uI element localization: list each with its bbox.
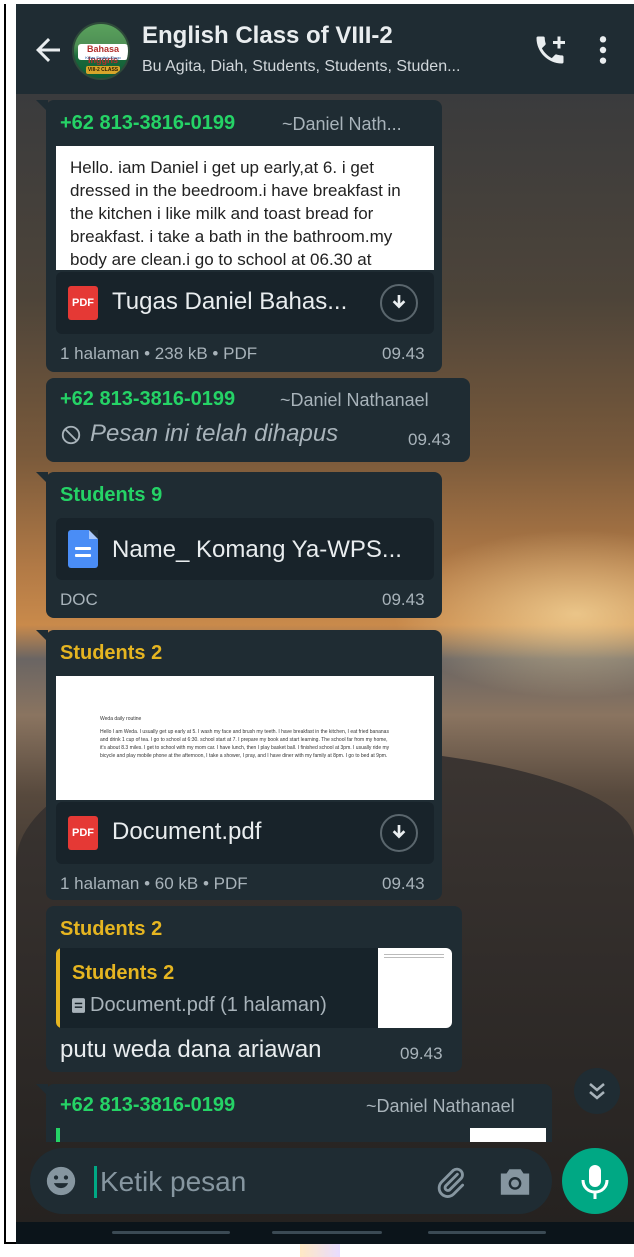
back-arrow-icon[interactable] xyxy=(30,32,66,68)
file-meta: DOC xyxy=(60,590,98,609)
deleted-message-text: Pesan ini telah dihapus xyxy=(90,420,339,447)
group-avatar[interactable]: Bahasa Inggris Kelas English Kingo VIII-… xyxy=(72,22,130,80)
download-icon[interactable] xyxy=(380,284,418,322)
quoted-message[interactable]: Students 2 Document.pdf (1 halaman) xyxy=(56,948,452,1028)
bubble-tail xyxy=(36,630,48,642)
message-input-bar[interactable]: Ketik pesan xyxy=(30,1148,552,1214)
document-preview[interactable]: Weda daily routine Hello I am Weda. I us… xyxy=(56,676,434,800)
message-bubble-reply[interactable]: Students 2 Students 2 Document.pdf (1 ha… xyxy=(46,906,462,1072)
nav-pill xyxy=(428,1231,546,1234)
message-sender[interactable]: Students 2 xyxy=(60,918,162,941)
message-bubble-doc[interactable]: Students 9 Name_ Komang Ya-WPS... DOC 09… xyxy=(36,472,442,618)
message-bubble-pdf[interactable]: Students 2 Weda daily routine Hello I am… xyxy=(36,630,442,900)
message-alias: ~Daniel Nathanael xyxy=(366,1096,515,1116)
message-bubble-partial[interactable]: +62 813-3816-0199 ~Daniel Nathanael xyxy=(36,1084,552,1142)
text-caret xyxy=(94,1166,97,1198)
pdf-icon: PDF xyxy=(68,816,98,850)
watermark-mark xyxy=(300,1244,340,1257)
preview-title: Weda daily routine xyxy=(100,716,142,722)
message-text: putu weda dana ariawan xyxy=(60,1036,322,1063)
bubble-tail xyxy=(36,100,48,112)
file-name: Tugas Daniel Bahas... xyxy=(112,288,348,315)
quote-text: Document.pdf (1 halaman) xyxy=(90,994,327,1016)
message-time: 09.43 xyxy=(382,874,425,893)
avatar-subtext: Kelas English Kingo xyxy=(85,55,121,60)
file-row[interactable]: Name_ Komang Ya-WPS... xyxy=(56,518,434,580)
quote-sender: Students 2 xyxy=(72,962,175,984)
doc-icon xyxy=(68,530,98,568)
file-meta: 1 halaman • 60 kB • PDF xyxy=(60,874,248,893)
file-row[interactable]: PDF Tugas Daniel Bahas... xyxy=(56,272,434,334)
quote-bar xyxy=(56,1128,60,1142)
message-alias: ~Daniel Nathanael xyxy=(280,390,429,410)
preview-text: Hello. iam Daniel i get up early,at 6. i… xyxy=(70,158,401,269)
file-row[interactable]: PDF Document.pdf xyxy=(56,802,434,864)
message-input[interactable]: Ketik pesan xyxy=(100,1166,246,1198)
message-sender[interactable]: Students 9 xyxy=(60,484,162,507)
bubble-tail xyxy=(36,472,48,484)
message-time: 09.43 xyxy=(382,344,425,363)
nav-pill xyxy=(272,1231,382,1234)
quote-thumbnail xyxy=(470,1128,546,1142)
file-name: Document.pdf xyxy=(112,818,262,845)
avatar-badge: VIII-2 CLASS xyxy=(86,66,120,74)
message-time: 09.43 xyxy=(382,590,425,609)
system-nav-bar xyxy=(16,1222,634,1246)
message-sender[interactable]: +62 813-3816-0199 xyxy=(60,388,235,411)
message-sender[interactable]: +62 813-3816-0199 xyxy=(60,112,235,135)
message-time: 09.43 xyxy=(400,1044,443,1063)
blocked-icon xyxy=(61,425,81,445)
message-sender[interactable]: Students 2 xyxy=(60,642,162,665)
scroll-down-icon[interactable] xyxy=(574,1068,620,1114)
quote-bar xyxy=(56,948,60,1028)
file-meta: 1 halaman • 238 kB • PDF xyxy=(60,344,258,363)
emoji-icon[interactable] xyxy=(44,1164,78,1198)
paperclip-icon[interactable] xyxy=(434,1164,468,1200)
message-alias: ~Daniel Nath... xyxy=(282,114,402,134)
message-time: 09.43 xyxy=(408,430,451,449)
message-sender[interactable]: +62 813-3816-0199 xyxy=(60,1094,235,1117)
chat-header: Bahasa Inggris Kelas English Kingo VIII-… xyxy=(16,4,634,94)
camera-icon[interactable] xyxy=(498,1166,532,1198)
document-preview[interactable]: Hello. iam Daniel i get up early,at 6. i… xyxy=(56,146,434,270)
group-title[interactable]: English Class of VIII-2 xyxy=(142,22,393,50)
group-members[interactable]: Bu Agita, Diah, Students, Students, Stud… xyxy=(142,58,522,76)
nav-pill xyxy=(112,1231,230,1234)
microphone-icon[interactable] xyxy=(562,1148,628,1214)
file-name: Name_ Komang Ya-WPS... xyxy=(112,536,402,563)
pdf-icon: PDF xyxy=(68,286,98,320)
document-small-icon xyxy=(72,998,85,1013)
download-icon[interactable] xyxy=(380,814,418,852)
bottom-strip xyxy=(0,1244,634,1257)
quote-thumbnail xyxy=(378,948,452,1028)
message-bubble-deleted[interactable]: +62 813-3816-0199 ~Daniel Nathanael Pesa… xyxy=(46,378,470,462)
message-bubble-pdf[interactable]: +62 813-3816-0199 ~Daniel Nath... Hello.… xyxy=(36,100,442,372)
add-call-icon[interactable] xyxy=(532,32,568,68)
bubble-tail xyxy=(36,1084,48,1096)
preview-text: Hello I am Weda. I usually get up early … xyxy=(100,729,390,759)
more-options-icon[interactable] xyxy=(596,34,610,66)
